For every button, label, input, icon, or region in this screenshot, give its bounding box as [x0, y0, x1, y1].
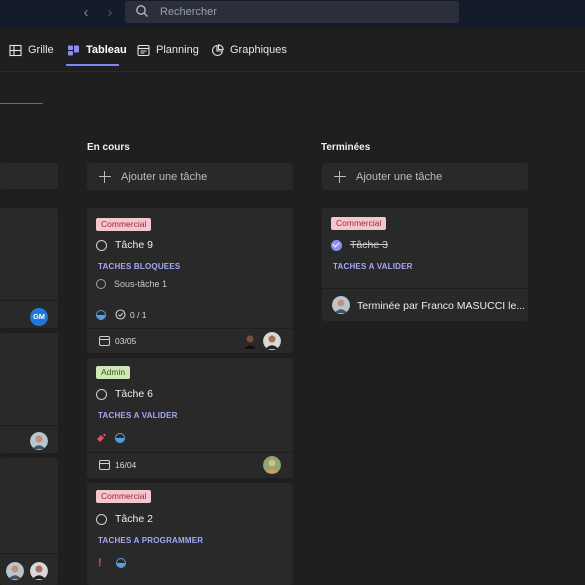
- left-task-card[interactable]: GM: [0, 208, 58, 328]
- progress-in-progress-icon[interactable]: [96, 309, 106, 320]
- add-task-label: Ajouter une tâche: [121, 170, 208, 183]
- avatar: [6, 562, 24, 580]
- board-icon: [68, 45, 79, 55]
- column-title: Terminées: [321, 142, 371, 153]
- plus-icon: [99, 170, 111, 183]
- forward-arrow-icon[interactable]: ›: [102, 4, 118, 22]
- tab-charts-label: Graphiques: [230, 44, 287, 56]
- tab-charts[interactable]: Graphiques: [211, 28, 287, 72]
- bucket-name: TACHES A VALIDER: [98, 411, 178, 420]
- important-priority-icon[interactable]: !: [98, 557, 102, 569]
- tab-grid[interactable]: Grille: [9, 28, 54, 72]
- top-bar: ‹ ›: [0, 0, 585, 28]
- complete-circle-icon[interactable]: [96, 513, 107, 525]
- task-card[interactable]: Commercial Tâche 9 TACHES BLOQUEES Sous-…: [87, 208, 293, 353]
- completed-by-text: Terminée par Franco MASUCCI le...: [357, 300, 526, 312]
- tab-schedule-label: Planning: [156, 44, 199, 56]
- card-meta: !: [98, 557, 126, 569]
- filter-underline: [0, 103, 43, 104]
- task-card[interactable]: Admin Tâche 6 TACHES A VALIDER 16/04: [87, 358, 293, 478]
- task-title-row: Tâche 6: [96, 388, 153, 400]
- avatar: [30, 432, 48, 450]
- label-commercial[interactable]: Commercial: [96, 218, 152, 231]
- avatar[interactable]: [263, 456, 281, 474]
- due-date: 16/04: [99, 460, 136, 470]
- calendar-icon: [99, 336, 110, 346]
- plus-icon: [334, 170, 346, 183]
- task-title[interactable]: Tâche 9: [115, 239, 153, 251]
- left-task-card[interactable]: [0, 333, 58, 453]
- due-date-value: 16/04: [115, 460, 137, 470]
- progress-in-progress-icon[interactable]: [115, 433, 125, 443]
- add-task-button[interactable]: Ajouter une tâche: [322, 163, 528, 190]
- calendar-icon: [99, 460, 110, 470]
- task-title-row: Tâche 2: [96, 513, 153, 525]
- avatar: [332, 296, 350, 314]
- back-arrow-icon[interactable]: ‹: [78, 4, 94, 22]
- subtask-title: Sous-tâche 1: [114, 279, 168, 289]
- subtask-circle-icon[interactable]: [96, 279, 106, 289]
- label-commercial[interactable]: Commercial: [96, 490, 152, 503]
- column-title: En cours: [87, 142, 130, 153]
- active-tab-indicator: [66, 64, 119, 66]
- label-admin[interactable]: Admin: [96, 366, 131, 379]
- avatar[interactable]: [241, 332, 259, 350]
- bucket-name: TACHES A VALIDER: [333, 262, 413, 271]
- left-add-task-button[interactable]: [0, 163, 58, 189]
- urgent-priority-icon[interactable]: [96, 433, 106, 443]
- completed-check-icon[interactable]: [331, 239, 342, 251]
- task-card[interactable]: Commercial Tâche 3 TACHES A VALIDER Term…: [322, 208, 528, 321]
- checklist-count: 0 / 1: [130, 309, 147, 320]
- bucket-name: TACHES A PROGRAMMER: [98, 536, 204, 545]
- task-card[interactable]: Commercial Tâche 2 TACHES A PROGRAMMER !: [87, 483, 293, 585]
- task-title-row: Tâche 3: [331, 239, 388, 251]
- task-title[interactable]: Tâche 6: [115, 388, 153, 400]
- avatar[interactable]: [263, 332, 281, 350]
- add-task-button[interactable]: Ajouter une tâche: [87, 163, 293, 190]
- search-box[interactable]: [125, 1, 459, 23]
- complete-circle-icon[interactable]: [96, 388, 107, 400]
- grid-icon: [9, 44, 22, 56]
- add-task-label: Ajouter une tâche: [356, 170, 443, 183]
- progress-in-progress-icon[interactable]: [115, 558, 126, 568]
- tab-grid-label: Grille: [28, 44, 54, 56]
- tab-board-label: Tableau: [86, 44, 127, 56]
- due-date-value: 03/05: [115, 336, 137, 346]
- label-commercial[interactable]: Commercial: [331, 217, 387, 230]
- avatar: [30, 562, 48, 580]
- due-date: 03/05: [99, 336, 136, 346]
- card-meta: [96, 433, 125, 443]
- card-meta: 0 / 1: [96, 309, 147, 320]
- complete-circle-icon[interactable]: [96, 239, 107, 251]
- search-icon: [136, 5, 148, 17]
- task-title[interactable]: Tâche 3: [350, 239, 388, 251]
- chart-icon: [211, 43, 224, 56]
- subtask-item: Sous-tâche 1: [96, 279, 167, 289]
- bucket-name: TACHES BLOQUEES: [98, 262, 181, 271]
- avatar: GM: [30, 308, 48, 326]
- search-input[interactable]: [160, 1, 440, 23]
- left-task-card[interactable]: [0, 458, 58, 585]
- checklist-icon: [115, 309, 126, 320]
- calendar-icon: [137, 44, 150, 56]
- task-title[interactable]: Tâche 2: [115, 513, 153, 525]
- task-title-row: Tâche 9: [96, 239, 153, 251]
- tab-schedule[interactable]: Planning: [137, 28, 199, 72]
